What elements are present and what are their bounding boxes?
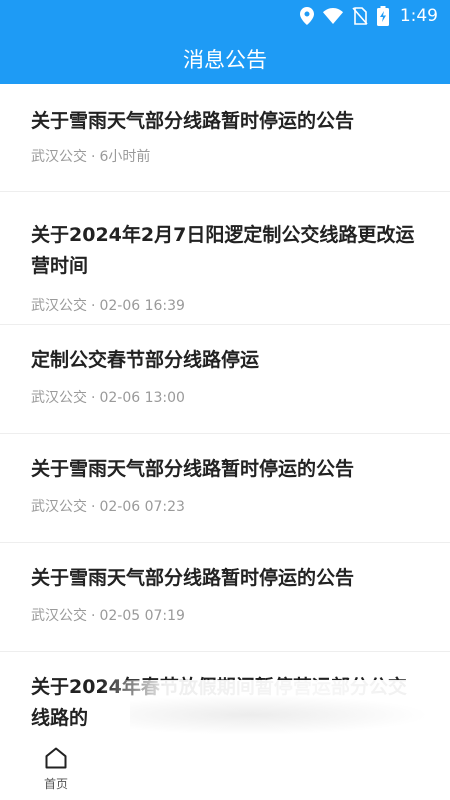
announcement-meta: 武汉公交 · 02-05 07:19 [31,606,422,626]
announcement-title: 关于雪雨天气部分线路暂时停运的公告 [31,110,355,132]
announcement-source: 武汉公交 [31,499,87,515]
announcement-time: 02-05 07:19 [99,608,185,624]
meta-separator: · [91,149,96,165]
status-icons: 1:49 [299,4,438,28]
status-time: 1:49 [399,6,438,26]
app-header: 1:49 消息公告 [0,0,450,84]
announcement-source: 武汉公交 [31,298,87,314]
no-sim-icon [352,7,368,25]
announcement-title: 定制公交春节部分线路停运 [31,349,260,371]
location-icon [299,7,314,25]
announcement-list: 关于雪雨天气部分线路暂时停运的公告 武汉公交 · 6小时前 关于2024年2月7日阳… [0,84,450,772]
announcement-source: 武汉公交 [31,390,87,406]
page-title: 消息公告 [183,48,267,72]
obscured-smudge [130,695,430,735]
announcement-title: 关于2024年2月7日阳逻定制公交线路更改运营时间 [31,224,415,277]
status-bar: 1:49 [0,0,450,32]
announcement-time: 02-06 13:00 [99,390,185,406]
bottom-nav: 首页 [0,740,450,800]
announcement-time: 6小时前 [99,149,151,165]
announcement-time: 02-06 16:39 [99,298,185,314]
wifi-icon [322,8,343,24]
nav-home-label: 首页 [43,777,68,791]
announcement-meta: 武汉公交 · 6小时前 [31,147,422,167]
announcement-meta: 武汉公交 · 02-06 16:39 [31,296,422,316]
meta-separator: · [91,298,96,314]
nav-home-tab[interactable]: 首页 [30,746,82,800]
announcement-item[interactable]: 关于雪雨天气部分线路暂时停运的公告 武汉公交 · 02-06 07:23 [0,434,450,543]
home-icon [30,746,82,770]
announcement-item[interactable]: 定制公交春节部分线路停运 武汉公交 · 02-06 13:00 [0,325,450,434]
announcement-title: 关于雪雨天气部分线路暂时停运的公告 [31,458,355,480]
meta-separator: · [91,608,96,624]
announcement-source: 武汉公交 [31,149,87,165]
announcement-source: 武汉公交 [31,608,87,624]
meta-separator: · [91,390,96,406]
announcement-item[interactable]: 关于雪雨天气部分线路暂时停运的公告 武汉公交 · 6小时前 [0,84,450,192]
announcement-meta: 武汉公交 · 02-06 13:00 [31,388,422,408]
battery-charging-icon [376,6,389,26]
announcement-item[interactable]: 关于2024年2月7日阳逻定制公交线路更改运营时间 武汉公交 · 02-06 16:… [0,192,450,325]
announcement-title: 关于雪雨天气部分线路暂时停运的公告 [31,567,355,589]
announcement-meta: 武汉公交 · 02-06 07:23 [31,497,422,517]
meta-separator: · [91,499,96,515]
announcement-item[interactable]: 关于雪雨天气部分线路暂时停运的公告 武汉公交 · 02-05 07:19 [0,543,450,652]
announcement-time: 02-06 07:23 [99,499,185,515]
